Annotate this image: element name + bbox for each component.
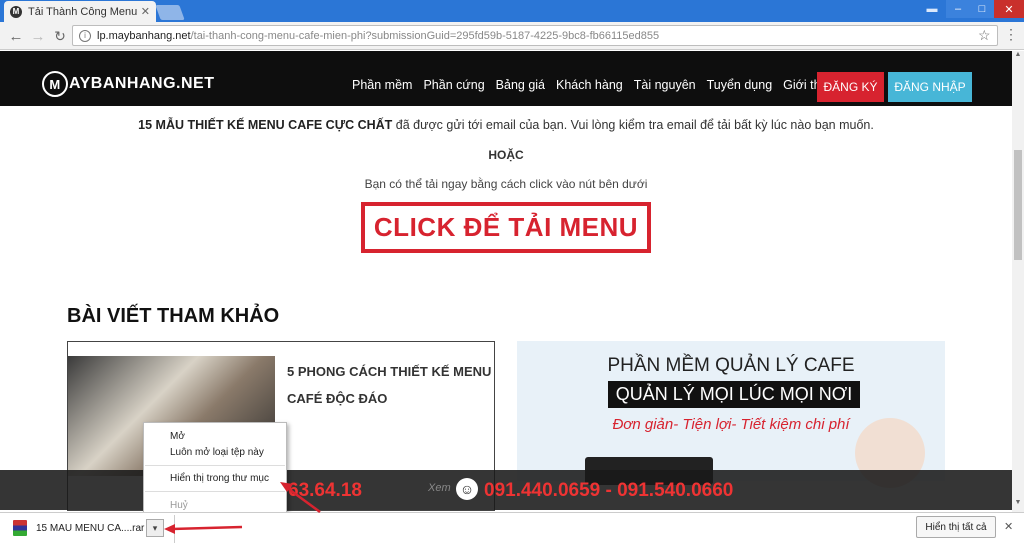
rar-file-icon	[13, 520, 27, 536]
nav-item-tuyen-dung[interactable]: Tuyển dụng	[707, 78, 773, 92]
download-context-menu: Mở Luôn mở loại tệp này Hiển thị trong t…	[143, 422, 287, 516]
hotline-partial: 63.64.18	[288, 480, 362, 501]
nav-item-phan-cung[interactable]: Phần cứng	[423, 78, 484, 92]
minimize-button[interactable]: –	[946, 0, 970, 18]
read-more-link[interactable]: Xem	[428, 482, 451, 494]
tab-close-icon[interactable]: ✕	[141, 5, 150, 18]
nav-item-tai-nguyen[interactable]: Tài nguyên	[634, 78, 696, 92]
shelf-close-icon[interactable]: ✕	[1004, 520, 1013, 533]
ad-line2: QUẢN LÝ MỌI LÚC MỌI NƠI	[608, 381, 860, 408]
success-message: 15 MẪU THIẾT KẾ MENU CAFE CỰC CHẤT đã đư…	[0, 118, 1012, 132]
tab-title: Tải Thành Công Menu Ca	[28, 5, 137, 18]
ad-line1: PHẦN MỀM QUẢN LÝ CAFE	[607, 355, 855, 376]
download-file-name[interactable]: 15 MAU MENU CA....rar	[36, 523, 144, 534]
bookmark-star-icon[interactable]: ☆	[978, 27, 991, 44]
menu-item-show-in-folder[interactable]: Hiển thị trong thư mục	[170, 473, 269, 484]
signup-button[interactable]: ĐĂNG KÝ	[817, 72, 884, 102]
nav-item-khach-hang[interactable]: Khách hàng	[556, 78, 623, 92]
menu-divider	[145, 465, 285, 466]
favicon-icon: M	[10, 5, 22, 18]
nav-item-phan-mem[interactable]: Phần mềm	[352, 78, 412, 92]
main-nav: Phần mềm Phần cứng Bảng giá Khách hàng T…	[352, 78, 848, 92]
success-message-rest: đã được gửi tới email của bạn. Vui lòng …	[392, 118, 874, 132]
login-button[interactable]: ĐĂNG NHẬP	[888, 72, 972, 102]
scroll-up-icon[interactable]: ▲	[1012, 51, 1024, 63]
sub-text: Bạn có thể tải ngay bằng cách click vào …	[364, 177, 648, 191]
forward-icon[interactable]: →	[28, 26, 48, 46]
url-domain: lp.maybanhang.net	[97, 29, 191, 42]
success-message-bold: 15 MẪU THIẾT KẾ MENU CAFE CỰC CHẤT	[138, 118, 393, 132]
menu-item-cancel[interactable]: Huỷ	[170, 500, 188, 511]
page-scrollbar[interactable]	[1012, 51, 1024, 512]
scroll-down-icon[interactable]: ▼	[1012, 499, 1024, 511]
reload-icon[interactable]: ↻	[50, 26, 70, 46]
support-agent-icon: ☺	[456, 478, 478, 500]
url-path: /tai-thanh-cong-menu-cafe-mien-phi?submi…	[190, 29, 660, 42]
maximize-button[interactable]: □	[970, 0, 994, 18]
new-tab-button[interactable]	[155, 5, 185, 20]
profile-icon[interactable]: ▬	[920, 0, 944, 18]
download-menu-button[interactable]: CLICK ĐỂ TẢI MENU	[361, 202, 651, 253]
window-close-button[interactable]: ✕	[994, 0, 1024, 18]
menu-item-open[interactable]: Mở	[170, 431, 185, 442]
menu-divider	[145, 491, 285, 492]
related-heading: BÀI VIẾT THAM KHẢO	[67, 305, 280, 327]
nav-item-bang-gia[interactable]: Bảng giá	[496, 78, 545, 92]
browser-tab[interactable]: M Tải Thành Công Menu Ca ✕	[4, 1, 156, 22]
site-info-icon[interactable]: i	[79, 29, 91, 42]
logo-mark-icon: M	[42, 71, 68, 97]
browser-menu-icon[interactable]: ⋮	[1004, 26, 1018, 43]
shelf-divider	[174, 515, 175, 543]
logo-text: AYBANHANG.NET	[69, 75, 215, 92]
scroll-thumb[interactable]	[1014, 150, 1022, 260]
menu-item-always-open[interactable]: Luôn mở loại tệp này	[170, 447, 264, 458]
address-bar[interactable]: i lp.maybanhang.net/tai-thanh-cong-menu-…	[72, 25, 998, 46]
or-text: HOẶC	[488, 148, 524, 162]
back-icon[interactable]: ←	[6, 26, 26, 46]
site-logo[interactable]: M AYBANHANG.NET	[42, 71, 214, 97]
download-options-button[interactable]: ▾	[146, 519, 164, 537]
show-all-downloads-button[interactable]: Hiển thị tất cả	[916, 516, 996, 538]
hotline-numbers[interactable]: 091.440.0659 - 091.540.0660	[484, 480, 733, 502]
article-title[interactable]: 5 PHONG CÁCH THIẾT KẾ MENU CAFÉ ĐỘC ĐÁO	[287, 358, 492, 412]
